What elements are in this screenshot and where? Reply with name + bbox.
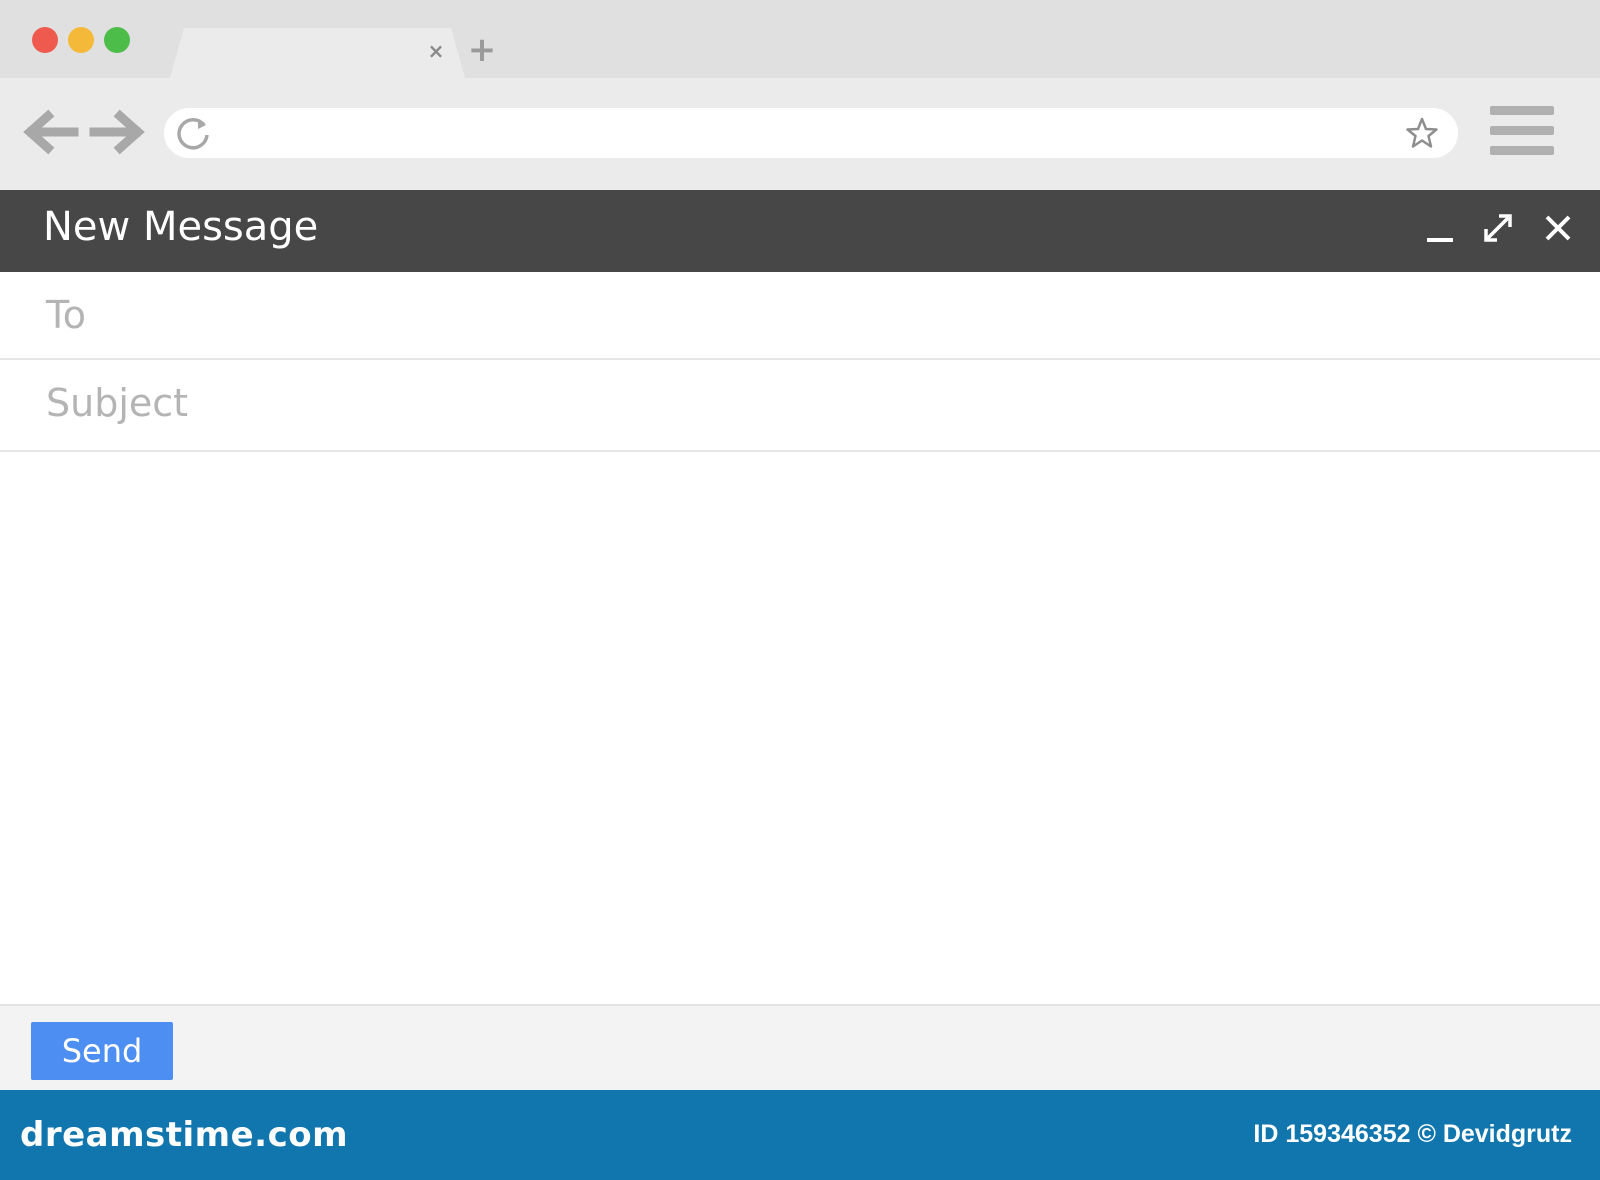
- to-field[interactable]: To: [0, 272, 1600, 360]
- minimize-icon: [1427, 238, 1453, 242]
- subject-label: Subject: [46, 381, 189, 425]
- close-icon: [1545, 215, 1571, 241]
- stock-banner: dreamstime.com ID 159346352 © Devidgrutz: [0, 1090, 1600, 1180]
- browser-tab[interactable]: [170, 28, 465, 78]
- expand-button[interactable]: [1480, 210, 1516, 246]
- compose-title: New Message: [43, 204, 319, 250]
- url-input[interactable]: [224, 108, 1384, 158]
- star-icon: [1406, 117, 1438, 148]
- arrow-right-icon: [89, 109, 145, 155]
- expand-icon: [1484, 214, 1512, 242]
- browser-tab-bar: × +: [0, 0, 1600, 78]
- window-minimize-dot[interactable]: [68, 27, 94, 53]
- back-button[interactable]: [18, 106, 80, 158]
- send-button[interactable]: Send: [31, 1022, 173, 1080]
- window-zoom-dot[interactable]: [104, 27, 130, 53]
- to-label: To: [46, 293, 87, 337]
- reload-icon: [177, 117, 209, 150]
- reload-button[interactable]: [174, 114, 212, 152]
- subject-field[interactable]: Subject: [0, 360, 1600, 452]
- close-button[interactable]: [1540, 210, 1576, 246]
- browser-toolbar: [0, 78, 1600, 190]
- tab-close-icon[interactable]: ×: [425, 40, 447, 62]
- compose-header: New Message: [0, 190, 1600, 272]
- bookmark-button[interactable]: [1404, 115, 1440, 151]
- new-tab-icon[interactable]: +: [466, 33, 498, 67]
- minimize-button[interactable]: [1422, 210, 1458, 246]
- arrow-left-icon: [23, 109, 79, 155]
- message-body[interactable]: [0, 452, 1600, 1004]
- window-close-dot[interactable]: [32, 27, 58, 53]
- compose-footer: Send: [0, 1004, 1600, 1090]
- brand-logo: dreamstime.com: [20, 1115, 349, 1155]
- image-credit: ID 159346352 © Devidgrutz: [1253, 1120, 1572, 1148]
- hamburger-menu-icon[interactable]: [1490, 106, 1554, 158]
- forward-button[interactable]: [88, 106, 150, 158]
- address-bar[interactable]: [164, 108, 1458, 158]
